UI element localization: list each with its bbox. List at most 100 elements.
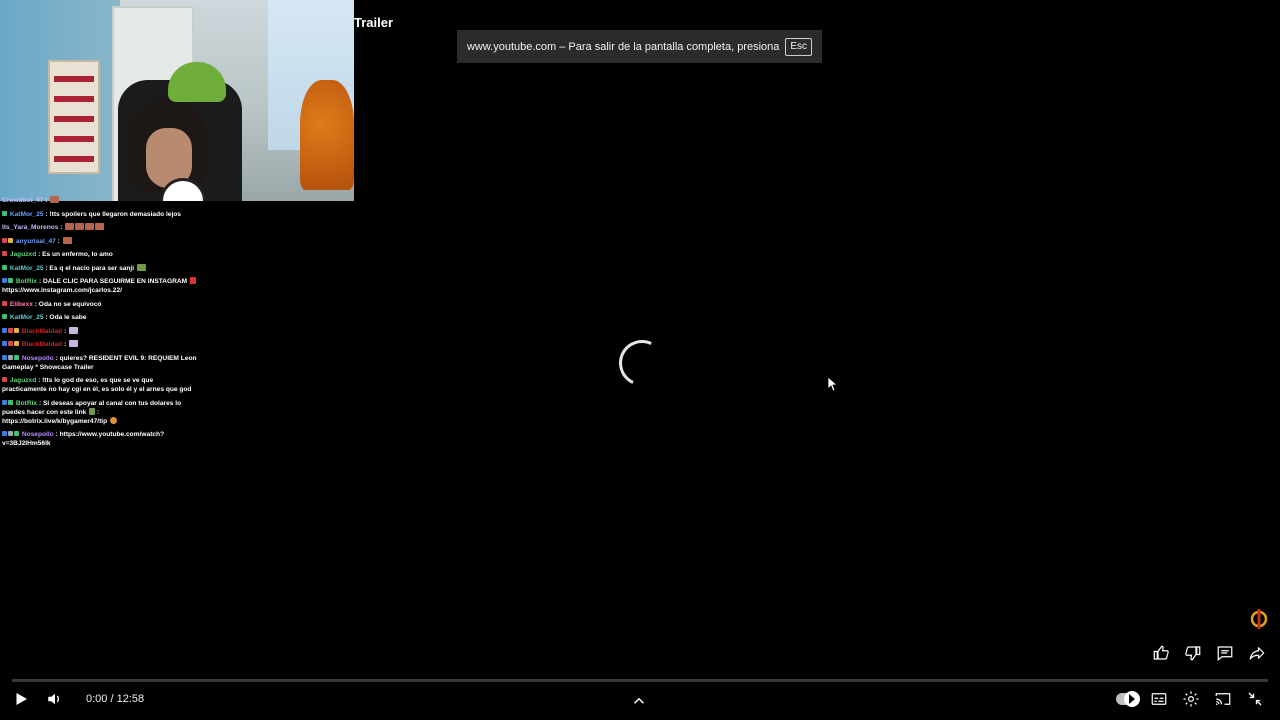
badge-icon (8, 354, 13, 360)
badge-icon (2, 431, 7, 436)
chat-text: : (64, 341, 67, 348)
emote-icon (85, 223, 95, 230)
chat-message: BotRix : DALE CLIC PARA SEGUIRME EN INST… (2, 277, 212, 295)
fullscreen-notice: www.youtube.com – Para salir de la panta… (457, 30, 822, 63)
webcam-overlay (0, 0, 354, 201)
badge-icon (14, 327, 19, 333)
chat-message: KatMor_25 : !tts spoilers que llegaron d… (2, 210, 212, 219)
badge-icon (8, 431, 13, 436)
cast-button[interactable] (1212, 688, 1234, 710)
mouse-cursor-icon (828, 377, 838, 391)
chat-message: Elibexx : Oda no se equivocó (2, 300, 212, 309)
like-button[interactable] (1150, 642, 1172, 664)
chat-text: : https://www.youtube.com/watch? (55, 431, 165, 438)
chat-username: BlackMaldad (21, 327, 63, 335)
settings-button[interactable] (1180, 688, 1202, 710)
chat-message: Crowdbet_47 : (2, 196, 212, 205)
badge-icon (2, 377, 7, 382)
chat-username: Its_Yara_Morenos (2, 224, 59, 231)
badge-icon (2, 210, 7, 216)
badge-icon (2, 341, 7, 346)
webcam-shelf (48, 60, 100, 174)
badge-icon (8, 278, 13, 283)
chat-message: anyurisal_47 : (2, 236, 212, 246)
exit-fullscreen-button[interactable] (1244, 688, 1266, 710)
badge-icon (2, 327, 7, 333)
chat-text: : DALE CLIC PARA SEGUIRME EN INSTAGRAM (38, 278, 188, 285)
chat-message: Jaguzxd : !tts lo god de eso, es que se … (2, 376, 212, 394)
chat-message: Jaguzxd : Es un enfermo, lo amo (2, 250, 212, 259)
badge-icon (14, 354, 19, 360)
chevron-up-icon (633, 697, 645, 704)
progress-bar[interactable] (12, 679, 1268, 682)
chat-text: : !tts spoilers que llegaron demasiado l… (45, 210, 181, 218)
chat-message: Nosepollo : https://www.youtube.com/watc… (2, 430, 212, 448)
esc-key-hint: Esc (785, 37, 813, 56)
chat-text-continued: https://www.instagram.com/jcarlos.22/ (2, 287, 122, 294)
autoplay-toggle[interactable] (1116, 688, 1140, 710)
comments-button[interactable] (1214, 642, 1236, 664)
volume-icon (48, 693, 60, 705)
expand-button[interactable] (628, 690, 650, 712)
emote-icon (65, 223, 75, 230)
captions-button[interactable] (1148, 688, 1170, 710)
badge-icon (14, 341, 19, 346)
side-actions (1150, 642, 1268, 664)
badge-icon (2, 300, 7, 306)
heart-emote-icon (190, 277, 197, 284)
brand-logo-icon (1250, 609, 1268, 629)
chat-text: : Si deseas apoyar al canal con tus dola… (38, 399, 182, 407)
chat-text-continued: puedes hacer con este link (2, 408, 87, 416)
chat-username: BotRix (15, 399, 38, 407)
chat-message: BotRix : Si deseas apoyar al canal con t… (2, 399, 182, 425)
chat-username: Elibexx (9, 300, 33, 308)
chat-username: Jaguzxd (9, 377, 37, 384)
share-button[interactable] (1246, 642, 1268, 664)
chat-username: BlackMaldad (21, 341, 63, 348)
badge-icon (2, 237, 7, 243)
play-button[interactable] (10, 688, 32, 710)
chat-message: KatMor_25 : Oda le sabe (2, 313, 212, 322)
emote-icon (110, 416, 118, 424)
chat-username: Nosepollo (21, 354, 54, 362)
chat-text: : !tts lo god de eso, es que se ve que (38, 377, 154, 384)
emote-icon (69, 340, 79, 347)
chat-text: : quieres? RESIDENT EVIL 9: REQUIEM Leon (55, 354, 197, 362)
loading-spinner-icon (612, 333, 672, 393)
emote-icon (69, 326, 79, 334)
chat-text-continued: Gameplay * Showcase Trailer (2, 363, 94, 371)
time-display: 0:00 / 12:58 (86, 693, 145, 705)
chat-text: : (64, 327, 67, 335)
thumbs-down-icon (1185, 646, 1201, 661)
chat-text: : (45, 197, 48, 204)
chat-username: anyurisal_47 (15, 237, 56, 245)
chat-text: : Oda le sabe (45, 314, 87, 321)
badge-icon (2, 399, 7, 405)
captions-icon (1151, 693, 1167, 705)
chat-username: KatMor_25 (9, 210, 44, 218)
share-icon (1249, 647, 1265, 660)
dislike-button[interactable] (1182, 642, 1204, 664)
badge-icon (8, 327, 13, 333)
emote-icon (50, 196, 60, 203)
badge-icon (2, 264, 7, 270)
player-controls: 0:00 / 12:58 (0, 688, 1280, 714)
cast-icon (1215, 693, 1231, 705)
badge-icon (2, 314, 7, 319)
emote-icon (136, 263, 146, 271)
chat-text-continued: v=3BJ2IHm56Ik (2, 440, 51, 447)
chat-username: Jaguzxd (9, 251, 37, 258)
exit-fullscreen-icon (1248, 692, 1262, 706)
video-title: Trailer (354, 15, 394, 30)
emote-icon (75, 223, 85, 230)
chat-username: BotRix (15, 278, 38, 285)
chat-text: : Es q el nacio para ser sanji (45, 264, 135, 272)
chat-overlay: Crowdbet_47 : KatMor_25 : !tts spoilers … (2, 196, 212, 453)
thumbs-up-icon (1153, 645, 1169, 660)
fullscreen-notice-text: www.youtube.com – Para salir de la panta… (466, 40, 780, 53)
badge-icon (2, 354, 7, 360)
chat-text-continued: practicamente no hay cgi en él, es solo … (2, 386, 192, 393)
chat-text: : Oda no se equivocó (34, 300, 102, 308)
mute-button[interactable] (44, 688, 66, 710)
chat-username: KatMor_25 (9, 264, 44, 272)
